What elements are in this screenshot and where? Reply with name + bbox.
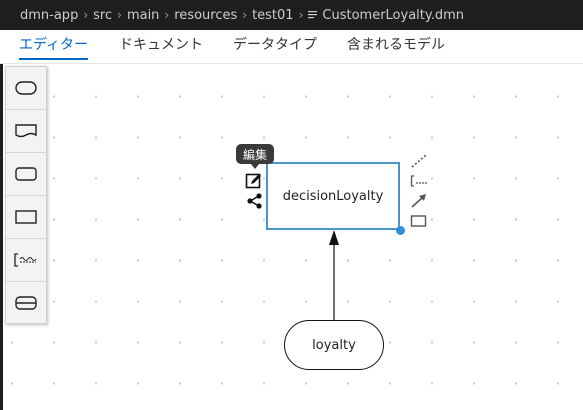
decision-node-tool-icon[interactable] [410,214,428,228]
share-icon[interactable] [246,192,264,210]
text-annotation-tool-icon[interactable] [410,174,428,188]
edit-tooltip-text: 編集 [242,147,267,162]
arrow-connector-icon[interactable] [410,193,428,209]
input-data-node-label: loyalty [312,337,356,353]
edit-icon[interactable] [245,172,263,190]
association-connector-icon[interactable] [410,153,428,169]
resize-handle[interactable] [396,226,405,235]
input-data-node[interactable]: loyalty [284,320,384,370]
edit-tooltip: 編集 [236,144,274,169]
decision-node[interactable]: decisionLoyalty [266,162,400,230]
decision-node-label: decisionLoyalty [282,188,384,204]
